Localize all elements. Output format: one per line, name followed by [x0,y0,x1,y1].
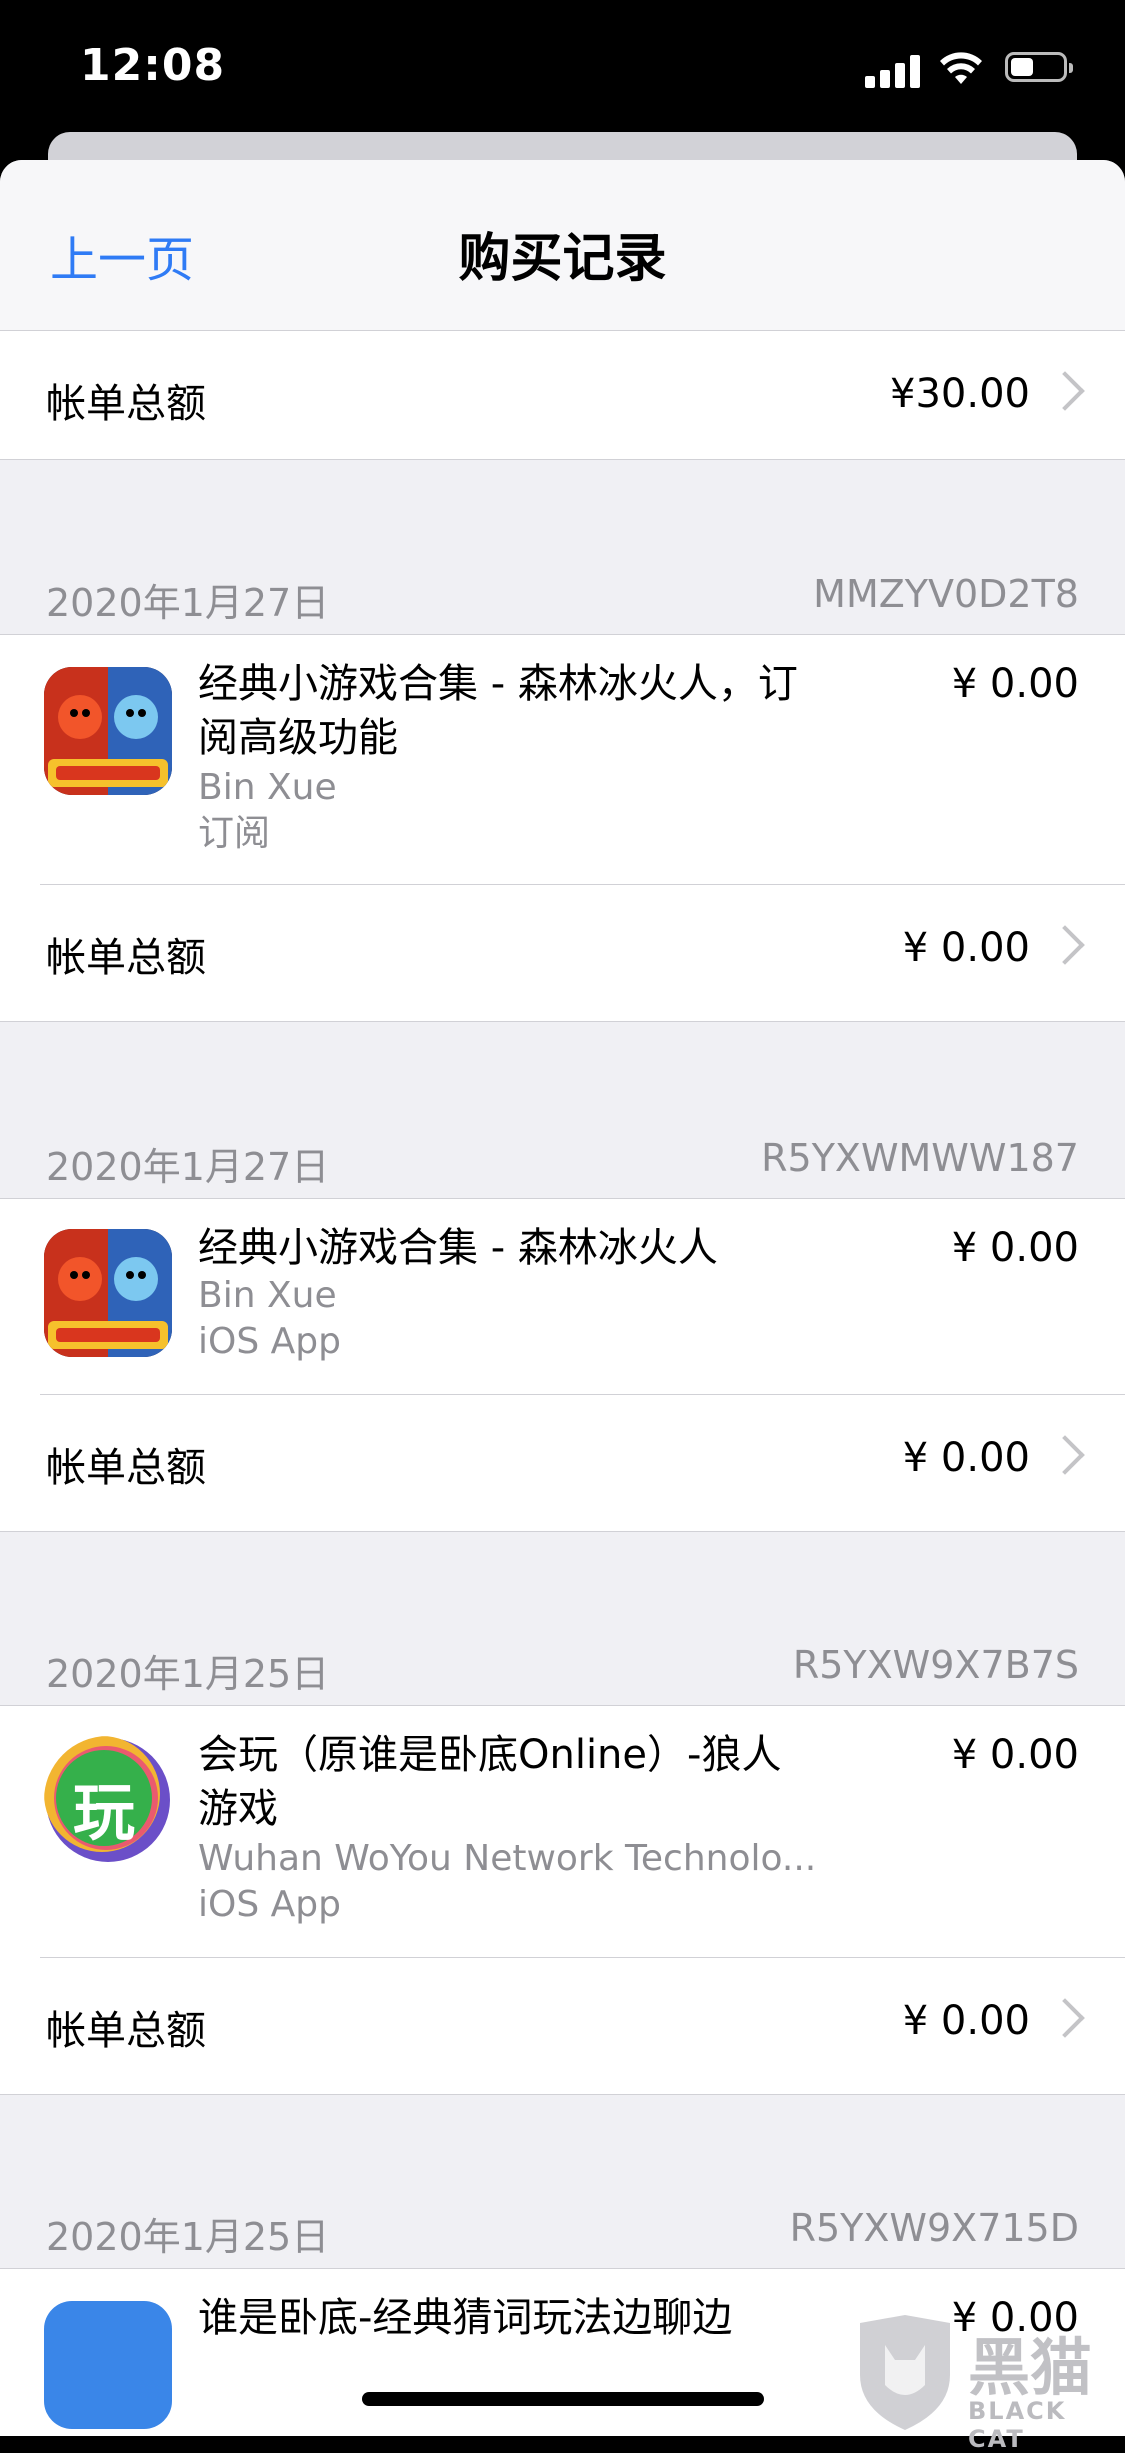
purchase-item[interactable]: 经典小游戏合集 - 森林冰火人 Bin Xue iOS App ¥ 0.00 [0,1198,1125,1395]
item-developer: Bin Xue [198,767,337,808]
purchase-date: 2020年1月27日 [46,581,330,625]
purchase-date: 2020年1月25日 [46,2215,330,2259]
item-title: 谁是卧底-经典猜词玩法边聊边 [198,2295,733,2341]
purchase-history-sheet: 上一页 购买记录 帐单总额 ¥30.00 2020年1月27日 MMZYV0D2… [0,160,1125,2436]
item-type: iOS App [198,1884,341,1925]
status-icons [865,48,1085,88]
total-label: 帐单总额 [46,1445,206,1491]
item-type: 订阅 [198,813,271,854]
navigation-bar: 上一页 购买记录 [0,160,1125,331]
shuishiwodi-app-icon [44,2301,172,2429]
item-title: 经典小游戏合集 - 森林冰火人 [198,1225,718,1271]
total-row[interactable]: 帐单总额 ¥ 0.00 [0,1958,1125,2095]
order-id: R5YXW9X7B7S [792,1643,1079,1687]
purchase-item[interactable]: 玩 会玩（原谁是卧底Online）-狼人游戏 Wuhan WoYou Netwo… [0,1705,1125,1958]
wifi-icon [940,52,982,84]
item-title: 会玩（原谁是卧底Online）-狼人游戏 [198,1732,782,1832]
purchase-date: 2020年1月25日 [46,1652,330,1696]
fireboy-watergirl-app-icon [44,1229,172,1357]
page-title: 购买记录 [458,229,667,289]
item-title: 经典小游戏合集 - 森林冰火人，订阅高级功能 [198,661,798,761]
home-indicator[interactable] [362,2392,764,2406]
total-label: 帐单总额 [46,381,206,427]
chevron-right-icon [1045,1998,1085,2038]
item-price: ¥ 0.00 [951,1225,1079,1271]
total-row[interactable]: 帐单总额 ¥ 0.00 [0,885,1125,1022]
section-header: 2020年1月25日 R5YXW9X715D [0,2206,1125,2266]
huiwan-glyph: 玩 [72,1776,135,1849]
black-cat-watermark: 黑猫 BLACK CAT [850,2315,1120,2453]
chevron-right-icon [1045,371,1085,411]
watermark-subtext: BLACK CAT [968,2397,1067,2453]
purchase-date: 2020年1月27日 [46,1145,330,1189]
total-amount: ¥ 0.00 [902,1998,1030,2044]
item-developer: Wuhan WoYou Network Technolo... [198,1838,817,1879]
huiwan-app-icon: 玩 [44,1736,172,1864]
status-time: 12:08 [80,40,226,91]
total-label: 帐单总额 [46,2008,206,2054]
status-bar: 12:08 [0,0,1125,132]
item-price: ¥ 0.00 [951,1732,1079,1778]
section-header: 2020年1月27日 R5YXWMWW187 [0,1136,1125,1196]
order-id: R5YXWMWW187 [761,1136,1079,1180]
chevron-right-icon [1045,1435,1085,1475]
order-id: R5YXW9X715D [789,2206,1079,2250]
signal-icon [865,54,921,88]
fireboy-watergirl-app-icon [44,667,172,795]
item-price: ¥ 0.00 [951,661,1079,707]
section-header: 2020年1月25日 R5YXW9X7B7S [0,1643,1125,1703]
cat-shield-icon [860,2315,950,2430]
chevron-right-icon [1045,925,1085,965]
total-label: 帐单总额 [46,935,206,981]
total-amount: ¥30.00 [890,371,1030,417]
total-row[interactable]: 帐单总额 ¥30.00 [0,330,1125,460]
purchase-item[interactable]: 经典小游戏合集 - 森林冰火人，订阅高级功能 Bin Xue 订阅 ¥ 0.00 [0,634,1125,885]
battery-icon [1005,52,1073,82]
total-amount: ¥ 0.00 [902,925,1030,971]
item-type: iOS App [198,1321,341,1362]
watermark-text: 黑猫 [968,2331,1093,2404]
order-id: MMZYV0D2T8 [813,572,1079,616]
total-amount: ¥ 0.00 [902,1435,1030,1481]
section-header: 2020年1月27日 MMZYV0D2T8 [0,572,1125,632]
item-developer: Bin Xue [198,1275,337,1316]
total-row[interactable]: 帐单总额 ¥ 0.00 [0,1395,1125,1532]
